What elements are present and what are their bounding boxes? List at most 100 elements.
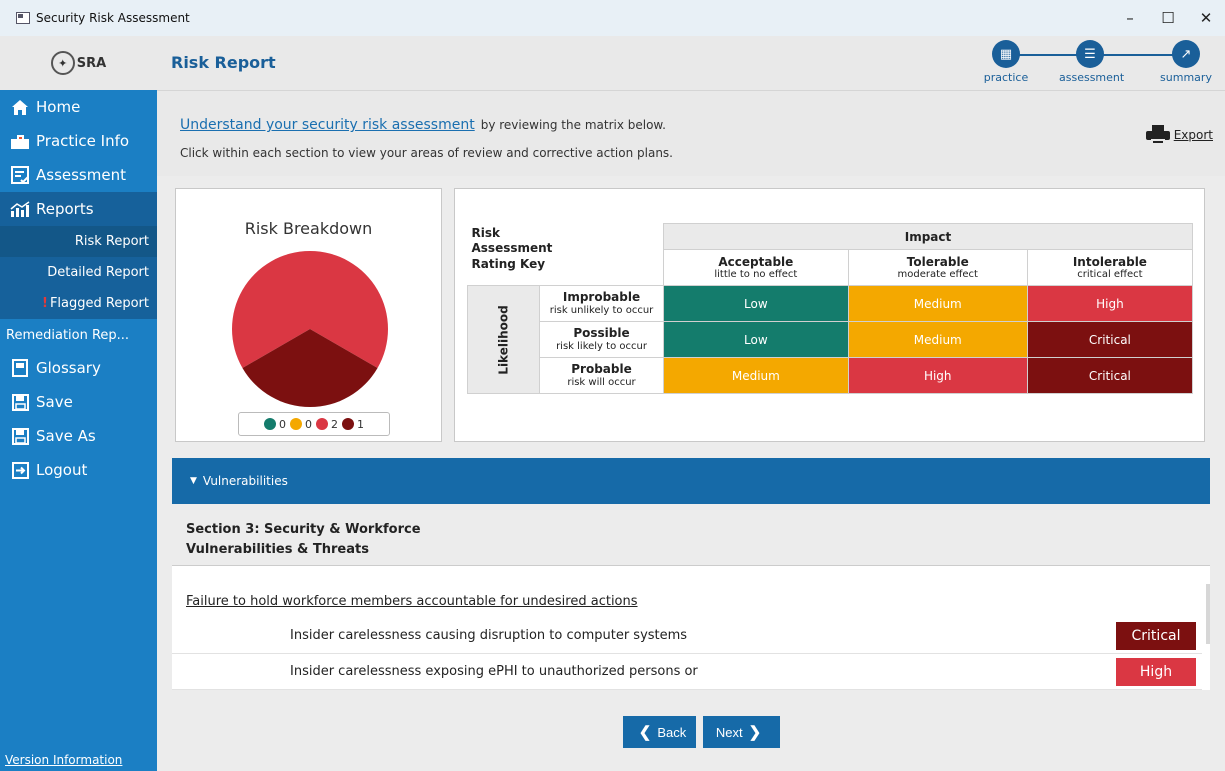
save-icon: [10, 392, 30, 412]
page-title: Risk Report: [171, 53, 276, 72]
maximize-button[interactable]: ☐: [1149, 0, 1187, 36]
intro-instructions: Click within each section to view your a…: [180, 146, 673, 160]
threat-text: Insider carelessness exposing ePHI to un…: [290, 664, 698, 679]
export-label: Export: [1173, 128, 1213, 142]
chevron-right-icon: ❯: [748, 724, 762, 741]
sidebar-item-label: Remediation Rep...: [6, 327, 130, 343]
legend-item-low: 0: [264, 418, 286, 431]
back-button[interactable]: ❮ Back: [623, 716, 696, 748]
risk-breakdown-panel: Risk Breakdown 0 0 2 1: [175, 188, 442, 442]
rating-key-title: Risk Assessment Rating Key: [471, 225, 553, 271]
sidebar-item-detailed-report[interactable]: Detailed Report: [0, 257, 157, 288]
sidebar-item-flagged-report[interactable]: ! Flagged Report: [0, 288, 157, 319]
matrix-cell[interactable]: Critical: [1026, 321, 1194, 358]
legend-count: 2: [331, 417, 338, 431]
matrix-cell[interactable]: Medium: [663, 357, 849, 394]
sidebar: ✦ SRA Home Practice Info Assessment Repo…: [0, 36, 157, 771]
sidebar-item-remediation-report[interactable]: Remediation Rep...: [0, 319, 157, 351]
step-practice[interactable]: ▦ practice: [975, 40, 1037, 84]
version-information-link[interactable]: Version Information: [5, 753, 122, 767]
likelihood-improbable: Improbable risk unlikely to occur: [539, 285, 664, 322]
legend-swatch: [342, 418, 354, 430]
sidebar-item-save-as[interactable]: Save As: [0, 419, 157, 453]
checklist-icon: [10, 165, 30, 185]
risk-level-badge: High: [1116, 658, 1196, 686]
progress-steps: ▦ practice ☰ assessment ↗ summary: [984, 40, 1217, 88]
impact-acceptable: Acceptable little to no effect: [663, 249, 849, 286]
step-summary[interactable]: ↗ summary: [1155, 40, 1217, 84]
sidebar-item-save[interactable]: Save: [0, 385, 157, 419]
vulnerability-link[interactable]: Failure to hold workforce members accoun…: [186, 594, 638, 609]
flag-icon: !: [42, 296, 48, 311]
matrix-cell[interactable]: Medium: [847, 321, 1028, 358]
risk-level-badge: Critical: [1116, 622, 1196, 650]
sidebar-item-label: Glossary: [36, 359, 101, 377]
logout-icon: [10, 460, 30, 480]
chart-title: Risk Breakdown: [244, 219, 373, 238]
scrollbar[interactable]: [1206, 584, 1210, 644]
page-header: Risk Report ▦ practice ☰ assessment ↗ su…: [157, 36, 1225, 90]
sidebar-item-assessment[interactable]: Assessment: [0, 158, 157, 192]
intro-panel: Understand your security risk assessment…: [157, 90, 1225, 176]
step-assessment[interactable]: ☰ assessment: [1059, 40, 1125, 84]
impact-tolerable: Tolerable moderate effect: [847, 249, 1028, 286]
risk-pie-chart[interactable]: [230, 249, 390, 409]
matrix-cell[interactable]: High: [847, 357, 1028, 394]
sidebar-item-label: Home: [36, 98, 81, 116]
likelihood-possible: Possible risk likely to occur: [539, 321, 664, 358]
intro-text: by reviewing the matrix below.: [480, 118, 666, 132]
sidebar-item-glossary[interactable]: Glossary: [0, 351, 157, 385]
intro-line1: Understand your security risk assessment…: [180, 117, 666, 133]
matrix-cell[interactable]: Critical: [1026, 357, 1194, 394]
sidebar-item-reports[interactable]: Reports: [0, 192, 157, 226]
export-button[interactable]: Export: [1145, 125, 1213, 145]
risk-matrix-panel: Risk Assessment Rating Key Impact Accept…: [454, 188, 1205, 442]
chart-legend: 0 0 2 1: [238, 412, 390, 436]
main-content: Risk Breakdown 0 0 2 1 Risk Assessment Rati…: [157, 176, 1225, 771]
sidebar-item-label: Detailed Report: [47, 265, 149, 280]
sidebar-item-label: Assessment: [36, 166, 126, 184]
save-as-icon: [10, 426, 30, 446]
next-button[interactable]: Next ❯: [703, 716, 780, 748]
step-label: summary: [1160, 71, 1212, 84]
sidebar-item-label: Risk Report: [74, 234, 149, 249]
summary-icon: ↗: [1172, 40, 1200, 68]
threat-row[interactable]: Insider carelessness exposing ePHI to un…: [172, 654, 1202, 690]
minimize-button[interactable]: –: [1111, 0, 1149, 36]
sidebar-item-home[interactable]: Home: [0, 90, 157, 124]
step-label: assessment: [1059, 71, 1125, 84]
caret-down-icon: ▼: [190, 476, 197, 486]
matrix-cell[interactable]: High: [1026, 285, 1194, 322]
sidebar-item-risk-report[interactable]: Risk Report: [0, 226, 157, 257]
section-title: Section 3: Security & Workforce: [186, 522, 421, 537]
app-icon: [16, 12, 30, 24]
assessment-icon: ☰: [1076, 40, 1104, 68]
section-subtitle: Vulnerabilities & Threats: [186, 541, 369, 557]
understand-assessment-link[interactable]: Understand your security risk assessment: [180, 117, 475, 133]
section-heading: Section 3: Security & Workforce Vulnerab…: [172, 504, 1210, 566]
legend-count: 1: [357, 417, 364, 431]
close-button[interactable]: ✕: [1187, 0, 1225, 36]
likelihood-probable: Probable risk will occur: [539, 357, 664, 394]
book-icon: [10, 358, 30, 378]
window-title: Security Risk Assessment: [36, 11, 190, 25]
step-label: practice: [983, 71, 1029, 84]
legend-item-critical: 1: [342, 418, 364, 431]
sidebar-item-label: Save As: [36, 427, 96, 445]
back-label: Back: [657, 724, 687, 740]
legend-count: 0: [305, 417, 312, 431]
vulnerabilities-toggle[interactable]: ▼ Vulnerabilities: [172, 458, 1210, 504]
matrix-cell[interactable]: Medium: [847, 285, 1028, 322]
matrix-cell[interactable]: Low: [663, 285, 849, 322]
legend-count: 0: [279, 417, 286, 431]
sidebar-item-practice-info[interactable]: Practice Info: [0, 124, 157, 158]
impact-intolerable: Intolerable critical effect: [1026, 249, 1194, 286]
threat-list: Failure to hold workforce members accoun…: [172, 566, 1210, 690]
matrix-cell[interactable]: Low: [663, 321, 849, 358]
title-bar: Security Risk Assessment – ☐ ✕: [0, 0, 1225, 36]
chart-icon: [10, 199, 30, 219]
vulnerabilities-label: Vulnerabilities: [202, 474, 288, 488]
sidebar-item-logout[interactable]: Logout: [0, 453, 157, 487]
home-icon: [10, 97, 30, 117]
threat-row[interactable]: Insider carelessness causing disruption …: [172, 618, 1202, 654]
